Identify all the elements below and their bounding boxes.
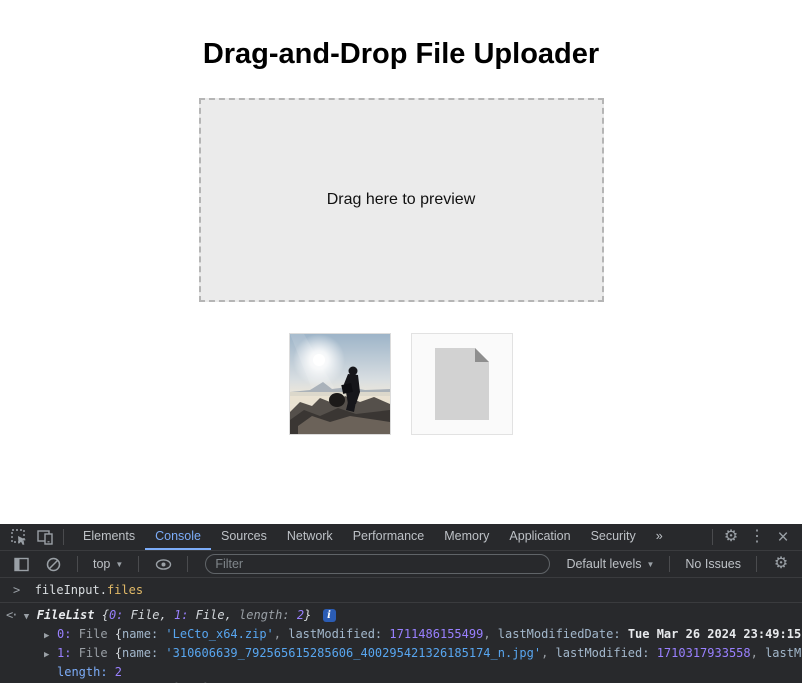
file-row-1: ▶1: File {name: '310606639_7925656152856… <box>0 645 802 664</box>
tab-application[interactable]: Application <box>499 524 580 550</box>
tab-network[interactable]: Network <box>277 524 343 550</box>
expand-triangle-icon[interactable]: ▶ <box>44 647 57 664</box>
close-devtools-icon[interactable]: × <box>770 524 796 550</box>
clear-console-icon[interactable] <box>40 551 66 577</box>
separator <box>138 556 139 572</box>
device-toolbar-icon[interactable] <box>32 524 58 550</box>
console-output: > fileInput.files <· ▼FileList {0: File,… <box>0 578 802 683</box>
collapse-triangle-icon[interactable]: ▼ <box>24 609 37 626</box>
devtools-tabs: Elements Console Sources Network Perform… <box>73 524 673 550</box>
devtools-tabbar: Elements Console Sources Network Perform… <box>0 524 802 551</box>
context-selector[interactable]: top ▼ <box>89 557 127 571</box>
length-row: length: 2 <box>0 664 802 681</box>
tab-elements[interactable]: Elements <box>73 524 145 550</box>
separator <box>712 529 713 545</box>
separator <box>63 529 64 545</box>
devtools-panel: Elements Console Sources Network Perform… <box>0 524 802 683</box>
photo-image <box>290 334 390 434</box>
info-badge-icon[interactable]: i <box>323 609 336 622</box>
returned-value-icon: <· <box>6 608 16 622</box>
issues-counter[interactable]: No Issues <box>681 557 745 571</box>
generic-file-icon <box>433 348 491 420</box>
tab-memory[interactable]: Memory <box>434 524 499 550</box>
page-title: Drag-and-Drop File Uploader <box>0 38 802 71</box>
live-expression-eye-icon[interactable] <box>150 551 176 577</box>
separator <box>187 556 188 572</box>
photo-thumbnail <box>289 333 391 435</box>
kebab-menu-icon[interactable]: ⋮ <box>744 524 770 550</box>
separator <box>756 556 757 572</box>
drop-zone[interactable]: Drag here to preview <box>199 98 604 302</box>
inspect-element-icon[interactable] <box>6 524 32 550</box>
drop-zone-label: Drag here to preview <box>327 191 476 209</box>
tab-security[interactable]: Security <box>581 524 646 550</box>
more-tabs-icon[interactable]: » <box>646 524 673 550</box>
chevron-down-icon: ▼ <box>646 560 654 569</box>
settings-gear-icon[interactable]: ⚙ <box>718 524 744 550</box>
separator <box>669 556 670 572</box>
console-toolbar: top ▼ Default levels ▼ No Issues ⚙ <box>0 551 802 578</box>
tab-sources[interactable]: Sources <box>211 524 277 550</box>
thumbnail-row <box>0 333 802 435</box>
expand-triangle-icon[interactable]: ▶ <box>44 628 57 645</box>
console-sidebar-icon[interactable] <box>8 551 34 577</box>
file-row-0: ▶0: File {name: 'LeCto_x64.zip', lastMod… <box>0 626 802 645</box>
separator <box>77 556 78 572</box>
tab-console[interactable]: Console <box>145 524 211 550</box>
console-settings-gear-icon[interactable]: ⚙ <box>768 551 794 577</box>
console-command: > fileInput.files <box>0 578 802 603</box>
log-levels-selector[interactable]: Default levels ▼ <box>562 557 658 571</box>
file-thumbnail <box>411 333 513 435</box>
filter-input[interactable] <box>205 554 550 574</box>
tab-performance[interactable]: Performance <box>343 524 435 550</box>
console-result-header: <· ▼FileList {0: File, 1: File, length: … <box>0 607 802 626</box>
chevron-down-icon: ▼ <box>115 560 123 569</box>
